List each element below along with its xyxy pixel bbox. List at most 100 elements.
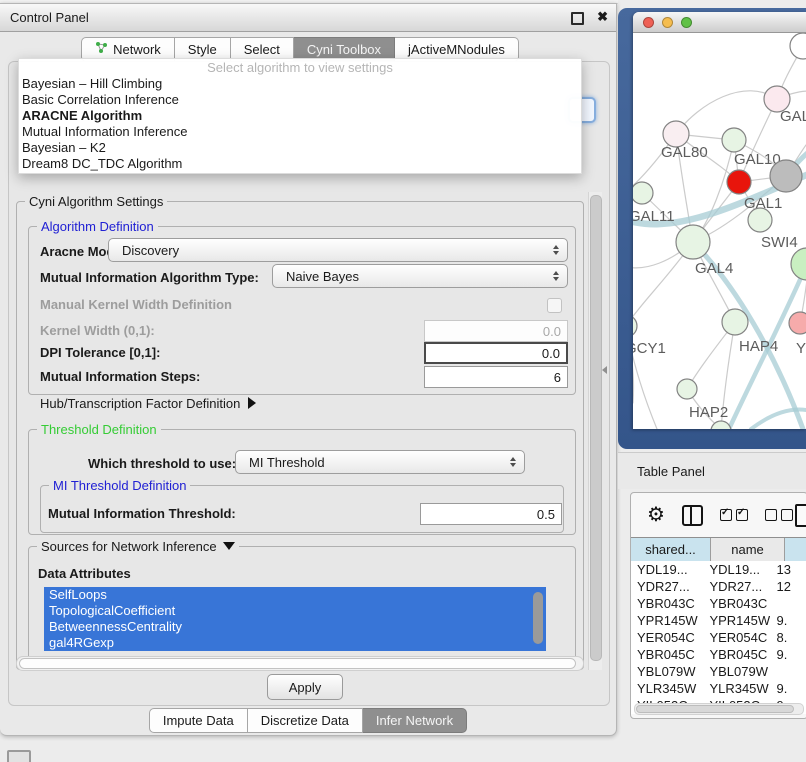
network-edge[interactable] bbox=[633, 326, 634, 403]
column-header[interactable] bbox=[785, 538, 806, 561]
minimize-button[interactable] bbox=[662, 17, 673, 28]
mi-steps-field[interactable]: 6 bbox=[424, 366, 568, 388]
select-all-icon[interactable] bbox=[720, 509, 748, 521]
table-cell: YDR27... bbox=[631, 578, 703, 595]
attribute-item-selfloops[interactable]: SelfLoops bbox=[44, 587, 546, 603]
network-node-y[interactable] bbox=[789, 312, 806, 334]
table-cell bbox=[770, 663, 806, 680]
tab-label: Impute Data bbox=[163, 712, 234, 729]
table-cell: YDR27... bbox=[703, 578, 770, 595]
split-view-icon[interactable] bbox=[682, 505, 703, 526]
group-title: Cyni Algorithm Settings bbox=[25, 194, 167, 209]
column-header[interactable]: shared... bbox=[631, 538, 711, 561]
node-label: GAL bbox=[780, 108, 806, 125]
minimized-panel-chip[interactable] bbox=[7, 750, 31, 762]
network-node-gal10[interactable] bbox=[722, 128, 746, 152]
table-cell: YLR345W bbox=[703, 680, 770, 697]
deselect-all-icon[interactable] bbox=[765, 509, 793, 521]
network-canvas[interactable]: GALGAL80GAL10GAL1GAL11SWI4GAL4GCY1HAP4YH… bbox=[633, 33, 806, 429]
list-scrollbar-thumb[interactable] bbox=[533, 592, 543, 644]
network-node-gcy1[interactable] bbox=[633, 315, 637, 337]
tab-impute-data[interactable]: Impute Data bbox=[149, 708, 248, 733]
table-row[interactable]: YLR345WYLR345W9. bbox=[631, 680, 806, 697]
network-node-gal4[interactable] bbox=[676, 225, 710, 259]
network-node-hap2[interactable] bbox=[677, 379, 697, 399]
table-cell: YBR043C bbox=[631, 595, 703, 612]
network-edge[interactable] bbox=[676, 91, 777, 134]
table-cell: 9. bbox=[770, 612, 806, 629]
table-row[interactable]: YDL19...YDL19...13 bbox=[631, 561, 806, 578]
zoom-button[interactable] bbox=[681, 17, 692, 28]
close-button[interactable] bbox=[643, 17, 654, 28]
kernel-width-field[interactable]: 0.0 bbox=[424, 320, 568, 342]
tab-label: Network bbox=[113, 41, 161, 58]
dropdown-item-mutual-information-inference[interactable]: Mutual Information Inference bbox=[19, 124, 581, 140]
cyni-bottom-tabs: Impute Data Discretize DataInfer Network bbox=[0, 708, 616, 733]
attribute-item-betweennesscentrality[interactable]: BetweennessCentrality bbox=[44, 619, 546, 635]
table-hscrollbar[interactable] bbox=[634, 703, 804, 715]
network-node-swi4[interactable] bbox=[748, 208, 772, 232]
settings-vscrollbar[interactable] bbox=[588, 192, 602, 670]
dropdown-item-bayesian-hill-climbing[interactable]: Bayesian – Hill Climbing bbox=[19, 76, 581, 92]
table-row[interactable]: YBL079WYBL079W bbox=[631, 663, 806, 680]
mi-threshold-field[interactable]: 0.5 bbox=[420, 503, 562, 525]
close-icon[interactable]: ✖ bbox=[597, 9, 608, 25]
export-table-icon[interactable] bbox=[795, 504, 806, 527]
network-node[interactable] bbox=[790, 33, 806, 59]
data-attributes-list: SelfLoopsTopologicalCoefficientBetweenne… bbox=[44, 587, 546, 651]
attribute-item-topologicalcoefficient[interactable]: TopologicalCoefficient bbox=[44, 603, 546, 619]
mi-type-select[interactable]: Naive Bayes bbox=[272, 264, 568, 288]
table-cell: YBL079W bbox=[631, 663, 703, 680]
table-row[interactable]: YBR043CYBR043C bbox=[631, 595, 806, 612]
network-window: GALGAL80GAL10GAL1GAL11SWI4GAL4GCY1HAP4YH… bbox=[633, 12, 806, 429]
dpi-tolerance-field[interactable]: 0.0 bbox=[424, 342, 568, 364]
table-cell: YER054C bbox=[631, 629, 703, 646]
table-cell: YPR145W bbox=[703, 612, 770, 629]
network-node[interactable] bbox=[791, 248, 806, 280]
attribute-item-gal4rgexp[interactable]: gal4RGexp bbox=[44, 635, 546, 651]
gear-icon[interactable]: ⚙ bbox=[647, 505, 665, 525]
table-cell bbox=[770, 595, 806, 612]
settings-hscrollbar[interactable] bbox=[16, 656, 584, 671]
table-cell: YLR345W bbox=[631, 680, 703, 697]
network-node-gal1[interactable] bbox=[727, 170, 751, 194]
dpi-tolerance-label: DPI Tolerance [0,1]: bbox=[40, 345, 160, 360]
table-row[interactable]: YER054CYER054C8. bbox=[631, 629, 806, 646]
dropdown-item-bayesian-k2[interactable]: Bayesian – K2 bbox=[19, 140, 581, 156]
dropdown-item-basic-correlation-inference[interactable]: Basic Correlation Inference bbox=[19, 92, 581, 108]
tab-discretize-data[interactable]: Discretize Data bbox=[248, 708, 363, 733]
collapsed-arrow-icon[interactable] bbox=[248, 397, 256, 409]
network-node[interactable] bbox=[770, 160, 802, 192]
mi-type-label: Mutual Information Algorithm Type: bbox=[40, 270, 259, 285]
group-title: MI Threshold Definition bbox=[49, 478, 190, 493]
node-label: Y bbox=[796, 340, 806, 357]
apply-button[interactable]: Apply bbox=[267, 674, 343, 700]
table-cell: YBR045C bbox=[631, 646, 703, 663]
aracne-mode-value: Discovery bbox=[122, 243, 179, 258]
table-cell: YBR045C bbox=[703, 646, 770, 663]
table-panel-titlebar: Table Panel bbox=[618, 452, 806, 489]
dropdown-item-aracne-algorithm[interactable]: ARACNE Algorithm bbox=[19, 108, 581, 124]
table-row[interactable]: YDR27...YDR27...12 bbox=[631, 578, 806, 595]
network-node-gal11[interactable] bbox=[633, 182, 653, 204]
control-panel-window: Control Panel ✖ NetworkStyleSelectCyni T… bbox=[0, 3, 617, 736]
control-panel-titlebar: Control Panel ✖ bbox=[0, 4, 616, 32]
float-window-icon[interactable] bbox=[571, 12, 584, 25]
table-row[interactable]: YPR145WYPR145W9. bbox=[631, 612, 806, 629]
table-row[interactable]: YBR045CYBR045C9. bbox=[631, 646, 806, 663]
tab-infer-network[interactable]: Infer Network bbox=[363, 708, 467, 733]
panel-splitter-handle[interactable] bbox=[602, 366, 607, 374]
tab-label: jActiveMNodules bbox=[408, 41, 505, 58]
aracne-mode-select[interactable]: Discovery bbox=[108, 238, 568, 262]
hub-definition-expander[interactable]: Hub/Transcription Factor Definition bbox=[40, 396, 256, 411]
dropdown-item-dream8-dc-tdc-algorithm[interactable]: Dream8 DC_TDC Algorithm bbox=[19, 156, 581, 172]
expanded-arrow-icon[interactable] bbox=[223, 542, 235, 550]
manual-kernel-checkbox[interactable] bbox=[547, 298, 562, 313]
column-header[interactable]: name bbox=[711, 538, 785, 561]
table-cell: YER054C bbox=[703, 629, 770, 646]
which-threshold-value: MI Threshold bbox=[249, 455, 325, 470]
network-icon bbox=[95, 41, 108, 58]
which-threshold-select[interactable]: MI Threshold bbox=[235, 450, 525, 474]
stepper-arrows-icon bbox=[510, 457, 516, 467]
network-node-hap4[interactable] bbox=[722, 309, 748, 335]
